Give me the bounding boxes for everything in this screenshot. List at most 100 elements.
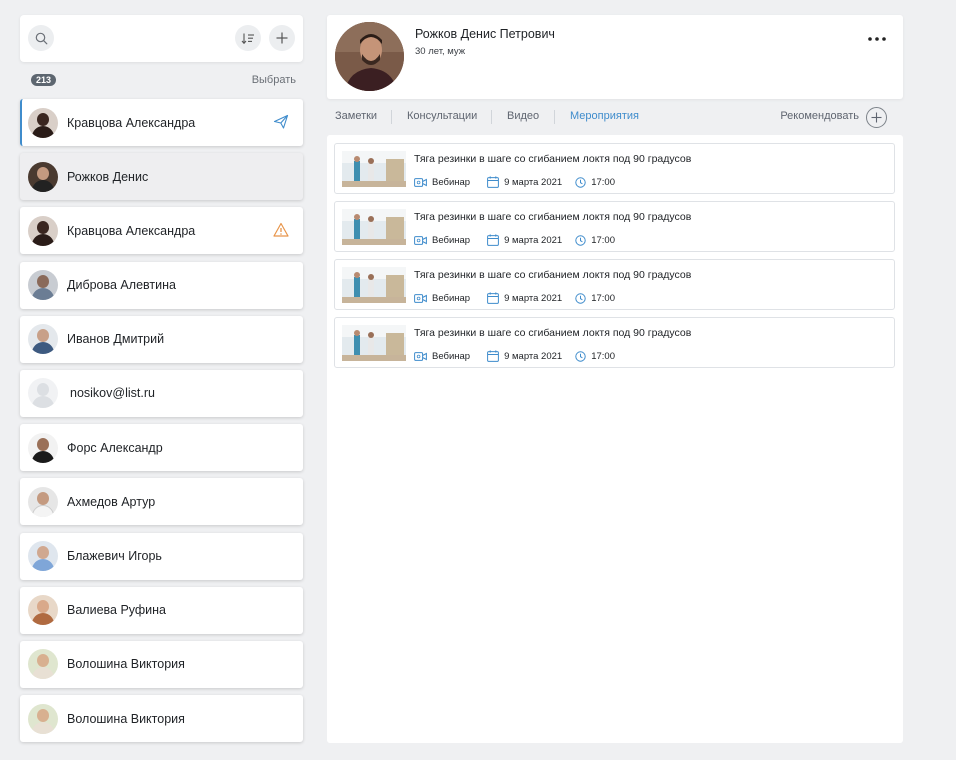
list-toolbar: 213 Выбрать xyxy=(20,72,303,88)
event-time: 17:00 xyxy=(575,177,615,188)
event-meta: Вебинар 9 марта 2021 17:00 xyxy=(414,233,615,247)
event-type: Вебинар xyxy=(414,235,470,246)
contact-name: Кравцова Александра xyxy=(67,223,196,238)
event-card[interactable]: Тяга резинки в шаге со сгибанием локтя п… xyxy=(334,201,895,252)
event-title: Тяга резинки в шаге со сгибанием локтя п… xyxy=(414,269,692,281)
webinar-icon xyxy=(414,235,427,245)
add-recommend-button[interactable] xyxy=(866,107,887,128)
event-time: 17:00 xyxy=(575,235,615,246)
avatar xyxy=(28,432,58,463)
webinar-icon xyxy=(414,293,427,303)
clock-icon xyxy=(575,176,586,188)
contact-item[interactable]: Кравцова Александра xyxy=(20,207,303,255)
calendar-icon xyxy=(487,234,499,246)
recommend-button[interactable]: Рекомендовать xyxy=(780,110,859,122)
contact-item[interactable]: Диброва Алевтина xyxy=(20,261,303,309)
event-title: Тяга резинки в шаге со сгибанием локтя п… xyxy=(414,211,692,223)
avatar xyxy=(28,649,58,680)
clock-icon xyxy=(575,292,586,304)
avatar xyxy=(28,595,58,626)
send-icon[interactable] xyxy=(273,114,289,130)
event-meta: Вебинар 9 марта 2021 17:00 xyxy=(414,291,615,305)
event-date: 9 марта 2021 xyxy=(487,292,562,304)
event-date: 9 марта 2021 xyxy=(487,234,562,246)
tab-divider xyxy=(491,110,492,124)
clock-icon xyxy=(575,350,586,362)
calendar-icon xyxy=(487,350,499,362)
event-card[interactable]: Тяга резинки в шаге со сгибанием локтя п… xyxy=(334,317,895,368)
contact-name: Ахмедов Артур xyxy=(67,494,156,509)
tab-notes[interactable]: Заметки xyxy=(335,110,377,122)
contact-item[interactable]: nosikov@list.ru xyxy=(20,369,303,417)
profile-tabs: Заметки Консультации Видео Мероприятия Р… xyxy=(327,106,903,128)
event-date: 9 марта 2021 xyxy=(487,176,562,188)
event-type: Вебинар xyxy=(414,177,470,188)
contact-name: Валиева Руфина xyxy=(67,603,167,618)
avatar xyxy=(28,324,58,355)
events-panel: Тяга резинки в шаге со сгибанием локтя п… xyxy=(327,135,903,743)
avatar xyxy=(28,215,58,246)
calendar-icon xyxy=(487,176,499,188)
sort-button[interactable] xyxy=(235,25,261,51)
plus-icon xyxy=(871,112,882,123)
event-card[interactable]: Тяга резинки в шаге со сгибанием локтя п… xyxy=(334,259,895,310)
event-type: Вебинар xyxy=(414,351,470,362)
plus-icon xyxy=(276,32,288,44)
contact-name: Кравцова Александра xyxy=(67,115,196,130)
contact-item[interactable]: Ахмедов Артур xyxy=(20,478,303,526)
event-title: Тяга резинки в шаге со сгибанием локтя п… xyxy=(414,327,692,339)
contact-name: Рожков Денис xyxy=(67,169,149,184)
search-button[interactable] xyxy=(28,25,54,51)
event-meta: Вебинар 9 марта 2021 17:00 xyxy=(414,349,615,363)
contact-item[interactable]: Валиева Руфина xyxy=(20,586,303,634)
avatar xyxy=(28,161,58,192)
contact-item[interactable]: Форс Александр xyxy=(20,424,303,472)
event-meta: Вебинар 9 марта 2021 17:00 xyxy=(414,175,615,189)
contact-name: Форс Александр xyxy=(67,440,163,455)
avatar xyxy=(28,107,58,138)
event-time: 17:00 xyxy=(575,351,615,362)
warning-icon[interactable] xyxy=(273,222,289,238)
avatar xyxy=(28,486,58,517)
add-contact-button[interactable] xyxy=(269,25,295,51)
contacts-count-badge: 213 xyxy=(31,74,57,86)
contact-item[interactable]: Волошина Виктория xyxy=(20,695,303,743)
profile-card: Рожков Денис Петрович 30 лет, муж xyxy=(327,15,903,99)
search-card xyxy=(20,15,303,62)
contact-list: Кравцова Александра Рожков Денис Кравцов… xyxy=(20,99,303,749)
contact-name: Диброва Алевтина xyxy=(67,278,176,293)
profile-name: Рожков Денис Петрович xyxy=(415,27,555,41)
tab-video[interactable]: Видео xyxy=(507,110,539,122)
clock-icon xyxy=(575,234,586,246)
calendar-icon xyxy=(487,292,499,304)
event-thumbnail xyxy=(342,209,406,245)
contact-name: Блажевич Игорь xyxy=(67,549,162,563)
event-thumbnail xyxy=(342,325,406,361)
contact-item[interactable]: Блажевич Игорь xyxy=(20,532,303,580)
contact-item[interactable]: Волошина Виктория xyxy=(20,640,303,688)
search-icon xyxy=(35,32,47,44)
event-time: 17:00 xyxy=(575,293,615,304)
tab-divider xyxy=(391,110,392,124)
event-date: 9 марта 2021 xyxy=(487,350,562,362)
event-title: Тяга резинки в шаге со сгибанием локтя п… xyxy=(414,153,692,165)
event-type: Вебинар xyxy=(414,293,470,304)
tab-consultations[interactable]: Консультации xyxy=(407,110,477,122)
tab-events[interactable]: Мероприятия xyxy=(570,110,639,122)
contact-item[interactable]: Иванов Дмитрий xyxy=(20,315,303,363)
avatar xyxy=(28,270,58,301)
contact-name: Волошина Виктория xyxy=(67,711,185,726)
tab-divider xyxy=(554,110,555,124)
webinar-icon xyxy=(414,351,427,361)
more-options-icon[interactable] xyxy=(867,35,887,43)
profile-avatar xyxy=(335,22,404,91)
contact-item[interactable]: Кравцова Александра xyxy=(20,99,303,146)
event-card[interactable]: Тяга резинки в шаге со сгибанием локтя п… xyxy=(334,143,895,194)
select-button[interactable]: Выбрать xyxy=(252,73,296,87)
contact-name: Волошина Виктория xyxy=(67,657,185,672)
contact-name: Иванов Дмитрий xyxy=(67,332,165,347)
contact-item[interactable]: Рожков Денис xyxy=(20,153,303,201)
webinar-icon xyxy=(414,177,427,187)
avatar xyxy=(28,703,58,734)
event-thumbnail xyxy=(342,267,406,303)
